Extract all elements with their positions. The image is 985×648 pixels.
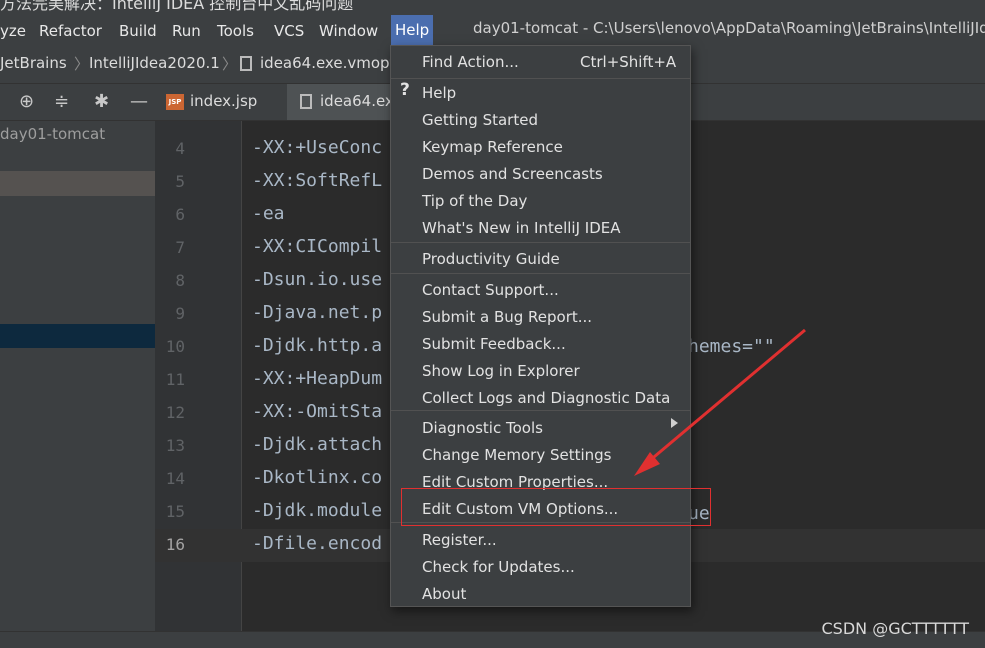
line-number: 13	[165, 436, 185, 455]
tab-label: index.jsp	[190, 92, 258, 110]
line-number: 11	[165, 370, 185, 389]
menu-item-about[interactable]: About	[422, 581, 466, 607]
code-line: -Djdk.attach	[252, 434, 383, 455]
menu-item-tip-of-the-day[interactable]: Tip of the Day	[422, 188, 527, 214]
line-number: 9	[175, 304, 185, 323]
menu-item-contact-support[interactable]: Contact Support...	[422, 277, 559, 303]
project-root-label[interactable]: day01-tomcat	[0, 125, 105, 143]
tab-index-jsp[interactable]: JSP index.jsp	[166, 92, 257, 110]
line-number: 4	[175, 139, 185, 158]
minimize-icon[interactable]: —	[130, 91, 148, 112]
breadcrumb-item[interactable]: JetBrains	[0, 54, 67, 72]
help-icon: ?	[400, 80, 410, 100]
code-line: -Djdk.module	[252, 500, 383, 521]
highlight-annotation-box	[401, 488, 711, 526]
menu-separator	[391, 242, 690, 243]
tab-idea64-vmoptions[interactable]: idea64.ex	[300, 92, 394, 110]
collapse-icon[interactable]: ≑	[54, 91, 69, 112]
menu-bar: 方法完美解决：IntelliJ IDEA 控制台中文乱码问题 yze Refac…	[0, 0, 985, 45]
tab-label: idea64.ex	[320, 92, 394, 110]
line-number: 8	[175, 271, 185, 290]
menu-item-getting-started[interactable]: Getting Started	[422, 107, 538, 133]
code-line: -XX:+UseConc	[252, 137, 383, 158]
line-number: 10	[165, 337, 185, 356]
code-line: -XX:+HeapDum	[252, 368, 383, 389]
line-number: 14	[165, 469, 185, 488]
menu-item-what-s-new-in-intellij-idea[interactable]: What's New in IntelliJ IDEA	[422, 215, 621, 241]
menu-item-help[interactable]: Help	[422, 80, 456, 106]
menu-refactor[interactable]: Refactor	[39, 19, 102, 43]
project-panel: day01-tomcat	[0, 121, 155, 631]
file-icon	[300, 94, 312, 109]
line-number: 12	[165, 403, 185, 422]
menu-separator	[391, 410, 690, 411]
breadcrumb-item[interactable]: IntelliJIdea2020.1	[89, 54, 220, 72]
project-tree-row-selected[interactable]	[0, 324, 155, 348]
menu-item-diagnostic-tools[interactable]: Diagnostic Tools	[422, 415, 543, 441]
menu-item-check-for-updates[interactable]: Check for Updates...	[422, 554, 575, 580]
jsp-icon: JSP	[166, 93, 184, 110]
window-title: day01-tomcat - C:\Users\lenovo\AppData\R…	[473, 19, 985, 37]
menu-item-demos-and-screencasts[interactable]: Demos and Screencasts	[422, 161, 603, 187]
submenu-arrow-icon	[671, 418, 678, 428]
menu-item-productivity-guide[interactable]: Productivity Guide	[422, 246, 560, 272]
menu-item-register[interactable]: Register...	[422, 527, 497, 553]
menu-analyze[interactable]: yze	[0, 19, 26, 43]
code-line: -Dkotlinx.co	[252, 467, 383, 488]
code-line: -XX:CICompil	[252, 236, 383, 257]
line-number: 6	[175, 205, 185, 224]
menu-help[interactable]: Help	[391, 15, 434, 45]
file-icon	[240, 56, 252, 71]
menu-item-keymap-reference[interactable]: Keymap Reference	[422, 134, 563, 160]
code-line: -Djava.net.p	[252, 302, 383, 323]
page-title-overlay: 方法完美解决：IntelliJ IDEA 控制台中文乱码问题	[0, 0, 354, 12]
menu-vcs[interactable]: VCS	[274, 19, 304, 43]
line-number: 15	[165, 502, 185, 521]
menu-window[interactable]: Window	[319, 19, 378, 43]
menu-separator	[391, 78, 690, 79]
menu-item-change-memory-settings[interactable]: Change Memory Settings	[422, 442, 612, 468]
menu-run[interactable]: Run	[172, 19, 201, 43]
project-tree-row[interactable]	[0, 171, 155, 196]
menu-item-show-log-in-explorer[interactable]: Show Log in Explorer	[422, 358, 580, 384]
code-line: -XX:SoftRefL	[252, 170, 383, 191]
menu-item-find-action[interactable]: Find Action...	[422, 49, 519, 75]
breadcrumb-file-label: idea64.exe.vmopt	[260, 54, 396, 72]
line-number: 7	[175, 238, 185, 257]
line-number: 16	[165, 535, 185, 554]
menu-separator	[391, 273, 690, 274]
chevron-right-icon: 〉	[74, 55, 90, 73]
watermark: CSDN @GCTTTTTT	[821, 619, 969, 638]
code-fragment: hemes=""	[688, 336, 775, 357]
code-line: -Dfile.encod	[252, 533, 383, 554]
code-line: -ea	[252, 203, 285, 224]
code-line: -XX:-OmitSta	[252, 401, 383, 422]
menu-item-submit-feedback[interactable]: Submit Feedback...	[422, 331, 566, 357]
menu-item-collect-logs-and-diagnostic-data[interactable]: Collect Logs and Diagnostic Data	[422, 385, 670, 411]
line-number: 5	[175, 172, 185, 191]
menu-tools[interactable]: Tools	[217, 19, 254, 43]
breadcrumb-item[interactable]: idea64.exe.vmopt	[240, 54, 395, 72]
target-icon[interactable]: ⊕	[19, 91, 34, 112]
menu-item-submit-a-bug-report[interactable]: Submit a Bug Report...	[422, 304, 592, 330]
shortcut-label: Ctrl+Shift+A	[580, 53, 677, 71]
code-line: -Djdk.http.a	[252, 335, 383, 356]
code-line: -Dsun.io.use	[252, 269, 383, 290]
menu-build[interactable]: Build	[119, 19, 157, 43]
chevron-right-icon: 〉	[222, 55, 238, 73]
gear-icon[interactable]: ✱	[94, 91, 109, 112]
